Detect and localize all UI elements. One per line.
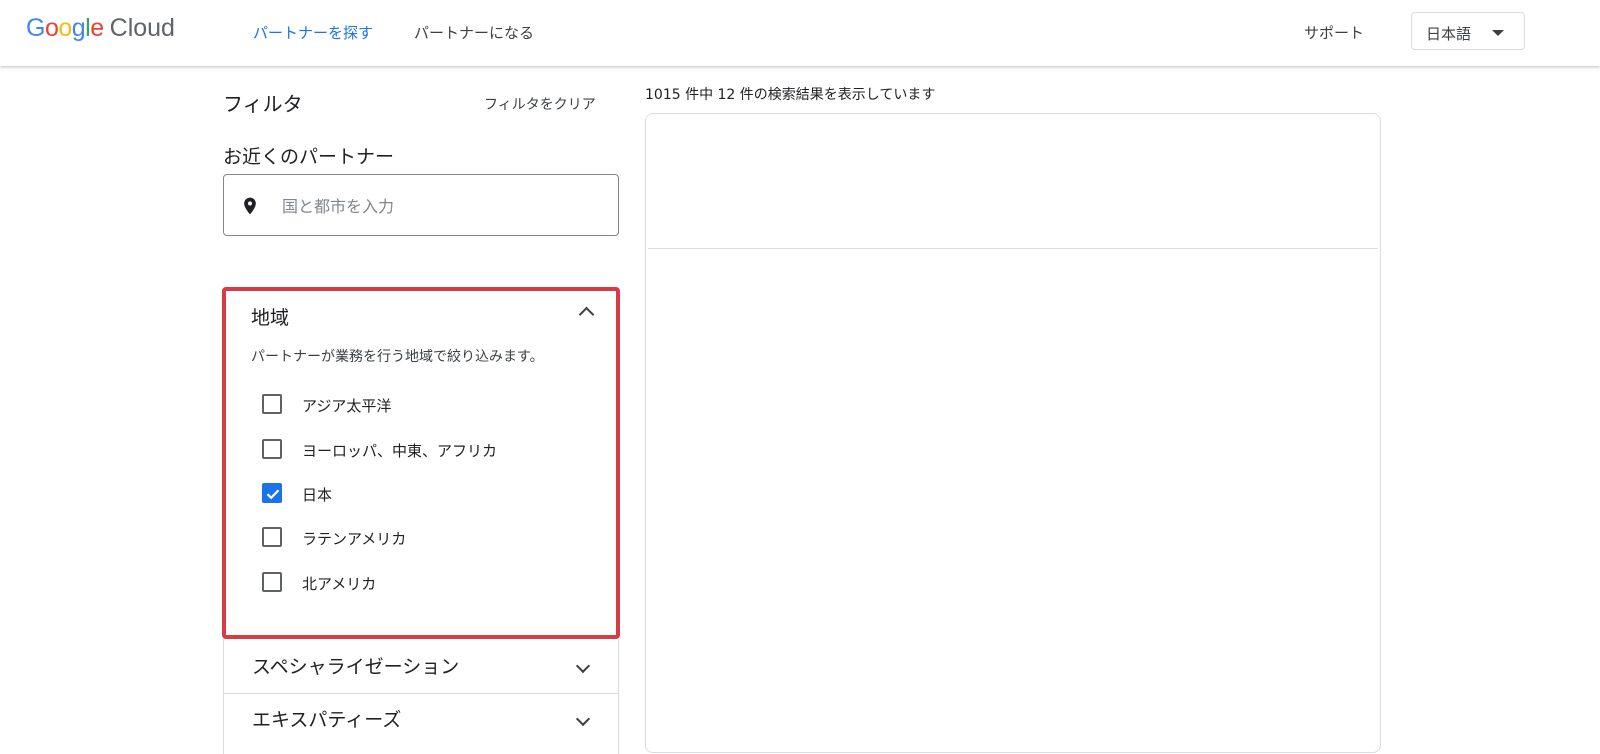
- location-pin-icon: [244, 197, 256, 215]
- location-input[interactable]: [280, 189, 604, 223]
- region-filter-panel: 地域 パートナーが業務を行う地域で絞り込みます。 アジア太平洋 ヨーロッパ、中東…: [222, 287, 620, 639]
- specialization-filter-section[interactable]: スペシャライゼーション: [223, 639, 619, 694]
- logo-letter: e: [90, 14, 104, 42]
- region-filter-toggle[interactable]: 地域: [226, 291, 616, 337]
- checkbox[interactable]: [262, 394, 282, 414]
- results-card: [645, 113, 1381, 753]
- chevron-down-icon[interactable]: [575, 711, 591, 727]
- region-filter-title: 地域: [251, 307, 290, 329]
- results-divider: [648, 248, 1378, 249]
- region-option-latam[interactable]: ラテンアメリカ: [262, 522, 602, 552]
- logo-letter: G: [26, 14, 45, 42]
- chevron-down-icon[interactable]: [575, 658, 591, 674]
- logo-letter: o: [44, 14, 59, 42]
- checkbox[interactable]: [262, 527, 282, 547]
- checkbox[interactable]: [262, 439, 282, 459]
- checkmark-icon: [266, 489, 280, 500]
- logo-letter: o: [58, 14, 72, 42]
- region-option-label: アジア太平洋: [302, 397, 392, 415]
- location-search-field[interactable]: [223, 174, 619, 236]
- language-selected-value: 日本語: [1426, 25, 1472, 43]
- nav-become-partner[interactable]: パートナーになる: [414, 22, 534, 43]
- nav-find-partner[interactable]: パートナーを探す: [253, 22, 373, 43]
- filters-heading: フィルタ: [223, 92, 303, 116]
- checkbox[interactable]: [262, 572, 282, 592]
- expertise-filter-title: エキスパティーズ: [252, 709, 402, 731]
- checkbox-checked[interactable]: [262, 483, 282, 503]
- top-header: Google Cloud パートナーを探す パートナーになる サポート 日本語: [0, 0, 1600, 66]
- results-count-text: 1015 件中 12 件の検索結果を表示しています: [645, 87, 936, 103]
- region-option-apac[interactable]: アジア太平洋: [262, 389, 602, 419]
- region-option-japan[interactable]: 日本: [262, 478, 602, 508]
- logo-cloud-word: Cloud: [109, 14, 175, 42]
- region-option-label: 日本: [302, 486, 333, 504]
- region-option-emea[interactable]: ヨーロッパ、中東、アフリカ: [262, 434, 602, 464]
- logo-letter: g: [71, 14, 86, 42]
- clear-filters-button[interactable]: フィルタをクリア: [484, 94, 596, 114]
- region-option-north-america[interactable]: 北アメリカ: [262, 567, 602, 597]
- language-select[interactable]: 日本語: [1411, 12, 1525, 50]
- nearby-partners-label: お近くのパートナー: [223, 146, 395, 168]
- region-option-label: ヨーロッパ、中東、アフリカ: [302, 442, 498, 460]
- region-option-label: ラテンアメリカ: [302, 530, 407, 548]
- google-cloud-logo[interactable]: Google Cloud: [26, 14, 175, 48]
- support-link[interactable]: サポート: [1304, 22, 1364, 43]
- chevron-up-icon[interactable]: [578, 306, 595, 323]
- region-filter-description: パートナーが業務を行う地域で絞り込みます。: [251, 349, 544, 365]
- specialization-filter-title: スペシャライゼーション: [252, 656, 460, 678]
- expertise-filter-section[interactable]: エキスパティーズ: [223, 694, 619, 754]
- caret-down-icon: [1492, 30, 1504, 36]
- logo-google-wordmark: Google: [26, 14, 104, 43]
- region-option-label: 北アメリカ: [302, 575, 377, 593]
